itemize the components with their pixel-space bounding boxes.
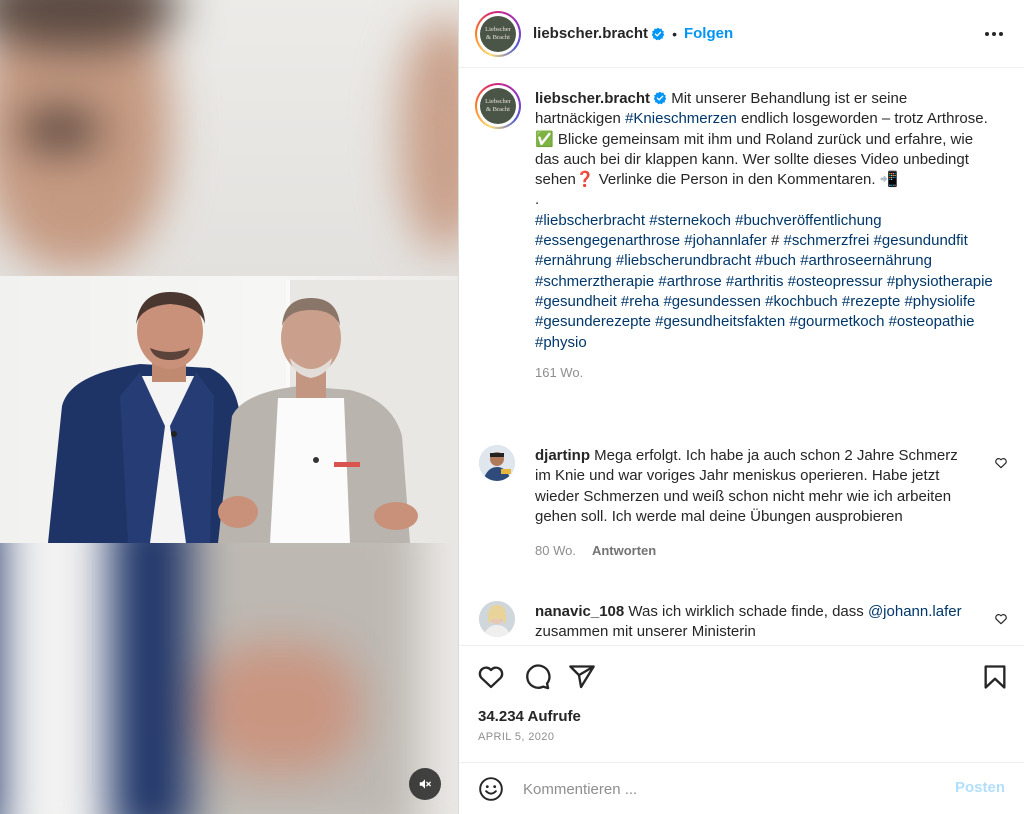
- comments-list[interactable]: Liebscher & Bracht liebscher.bracht Mit …: [459, 69, 1024, 645]
- caption-avatar[interactable]: Liebscher & Bracht: [475, 83, 521, 129]
- brand-logo: Liebscher & Bracht: [480, 15, 516, 52]
- hashtags-group-b[interactable]: #schmerzfrei #gesundundfit #ernährung #l…: [535, 232, 993, 350]
- post-button[interactable]: Posten: [955, 779, 1005, 796]
- commenter-avatar[interactable]: [479, 445, 515, 481]
- follow-button[interactable]: Folgen: [684, 25, 733, 42]
- video-blur-top: [0, 0, 458, 276]
- bookmark-icon[interactable]: [981, 663, 1009, 691]
- verified-badge-icon: [653, 91, 667, 105]
- people-illustration: [48, 292, 418, 543]
- header-username[interactable]: liebscher.bracht: [533, 25, 648, 42]
- caption-hashtags: #liebscherbracht #sternekoch #buchveröff…: [535, 211, 995, 353]
- comment-icon[interactable]: [523, 663, 551, 691]
- avatar[interactable]: Liebscher & Bracht: [475, 10, 521, 57]
- mention-link[interactable]: @johann.lafer: [868, 603, 962, 620]
- commenter-photo: [479, 601, 515, 637]
- comment-box: Posten: [459, 762, 1024, 814]
- like-comment-heart-icon[interactable]: [994, 456, 1008, 470]
- reply-button[interactable]: Antworten: [592, 543, 656, 558]
- comment-username[interactable]: djartinp: [535, 447, 590, 464]
- caption: liebscher.bracht Mit unserer Behandlung …: [535, 89, 995, 383]
- comment-text: Mega erfolgt. Ich habe ja auch schon 2 J…: [535, 447, 958, 525]
- caption-username[interactable]: liebscher.bracht: [535, 90, 650, 107]
- more-options-button[interactable]: [980, 20, 1008, 48]
- commenter-photo: [479, 445, 515, 481]
- heart-icon[interactable]: [477, 663, 505, 691]
- emoji-icon[interactable]: [478, 776, 504, 802]
- commenter-avatar[interactable]: [479, 601, 515, 637]
- post-video[interactable]: [0, 0, 458, 814]
- caption-brand-logo: Liebscher & Bracht: [480, 88, 516, 124]
- comment-input[interactable]: [523, 777, 923, 801]
- more-dots-icon: [985, 32, 1003, 36]
- speaker-muted-icon: [419, 779, 431, 789]
- post-panel: Liebscher & Bracht liebscher.bracht • Fo…: [458, 0, 1024, 814]
- hashtag-plain: #: [766, 232, 784, 250]
- video-frame: [0, 276, 458, 543]
- comment-djartinp: djartinp Mega erfolgt. Ich habe ja auch …: [535, 446, 975, 561]
- comment-nanavic: nanavic_108 Was ich wirklich schade find…: [535, 602, 975, 643]
- action-bar: [459, 645, 1024, 705]
- comment-time: 80 Wo.: [535, 543, 576, 559]
- comment-username[interactable]: nanavic_108: [535, 603, 624, 620]
- video-blur-bottom: [0, 543, 458, 814]
- mute-button[interactable]: [409, 768, 441, 800]
- like-comment-heart-icon[interactable]: [994, 612, 1008, 626]
- caption-separator: .: [535, 191, 540, 209]
- caption-hashtag-link[interactable]: #Knieschmerzen: [625, 110, 737, 127]
- post-header: Liebscher & Bracht liebscher.bracht • Fo…: [459, 0, 1024, 68]
- separator-dot: •: [672, 25, 677, 42]
- comment-text-1: Was ich wirklich schade finde, dass: [628, 603, 864, 620]
- verified-badge-icon: [651, 27, 665, 40]
- share-icon[interactable]: [568, 663, 596, 691]
- view-count[interactable]: 34.234 Aufrufe: [478, 708, 581, 725]
- comment-text-2: zusammen mit unserer Ministerin: [535, 623, 756, 641]
- post-date[interactable]: APRIL 5, 2020: [478, 731, 554, 743]
- comment-meta: 80 Wo. Antworten: [535, 541, 975, 561]
- caption-time: 161 Wo.: [535, 364, 584, 380]
